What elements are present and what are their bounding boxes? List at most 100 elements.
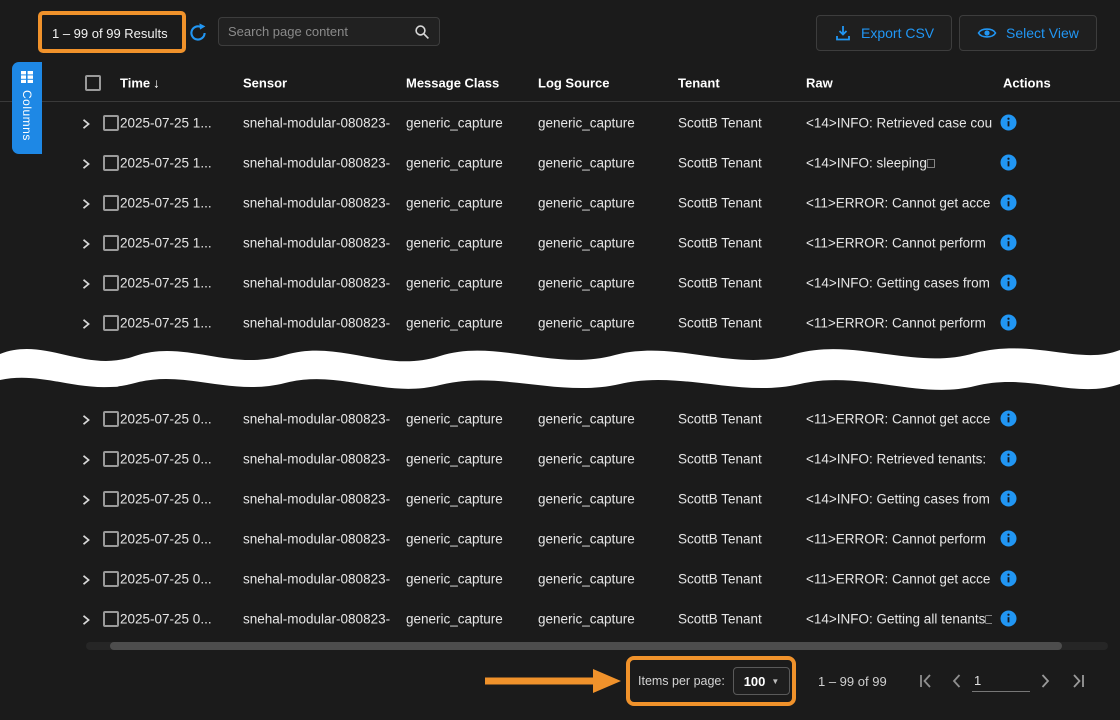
cell-sensor: snehal-modular-080823- xyxy=(243,236,401,251)
row-checkbox[interactable] xyxy=(103,571,119,587)
row-info-button[interactable] xyxy=(1000,570,1017,587)
cell-sensor: snehal-modular-080823- xyxy=(243,412,401,427)
cell-sensor: snehal-modular-080823- xyxy=(243,492,401,507)
cell-time: 2025-07-25 1... xyxy=(120,276,238,291)
expand-chevron-icon[interactable] xyxy=(80,157,92,169)
expand-chevron-icon[interactable] xyxy=(80,493,92,505)
row-checkbox[interactable] xyxy=(103,235,119,251)
first-page-button[interactable] xyxy=(913,669,937,693)
chevron-left-icon xyxy=(947,671,967,691)
info-icon xyxy=(1000,530,1017,547)
cell-message-class: generic_capture xyxy=(406,532,532,547)
select-all-checkbox[interactable] xyxy=(85,75,101,91)
items-per-page-value: 100 xyxy=(744,674,766,689)
expand-chevron-icon[interactable] xyxy=(80,413,92,425)
sort-desc-icon: ↓ xyxy=(153,75,160,90)
horizontal-scrollbar-thumb[interactable] xyxy=(110,642,1062,650)
expand-chevron-icon[interactable] xyxy=(80,197,92,209)
cell-time: 2025-07-25 1... xyxy=(120,116,238,131)
expand-chevron-icon[interactable] xyxy=(80,533,92,545)
row-checkbox[interactable] xyxy=(103,451,119,467)
cell-message-class: generic_capture xyxy=(406,492,532,507)
cell-log-source: generic_capture xyxy=(538,316,670,331)
refresh-button[interactable] xyxy=(187,23,209,45)
row-checkbox[interactable] xyxy=(103,155,119,171)
expand-chevron-icon[interactable] xyxy=(80,453,92,465)
cell-log-source: generic_capture xyxy=(538,412,670,427)
search-input[interactable] xyxy=(228,24,414,39)
cell-tenant: ScottB Tenant xyxy=(678,452,800,467)
cell-raw: <11>ERROR: Cannot get acce xyxy=(806,572,992,587)
cell-message-class: generic_capture xyxy=(406,612,532,627)
row-info-button[interactable] xyxy=(1000,314,1017,331)
cell-time: 2025-07-25 0... xyxy=(120,412,238,427)
cell-raw: <11>ERROR: Cannot perform xyxy=(806,236,992,251)
column-header-sensor: Sensor xyxy=(243,75,287,90)
row-info-button[interactable] xyxy=(1000,234,1017,251)
row-checkbox[interactable] xyxy=(103,371,119,387)
cell-tenant: ScottB Tenant xyxy=(678,532,800,547)
results-count: 1 – 99 of 99 Results xyxy=(52,26,168,41)
row-info-button[interactable] xyxy=(1000,154,1017,171)
row-info-button[interactable] xyxy=(1000,490,1017,507)
table-row: 2025-07-25 1... snehal-modular-080823- g… xyxy=(0,103,1120,143)
previous-page-button[interactable] xyxy=(945,669,969,693)
expand-chevron-icon[interactable] xyxy=(80,317,92,329)
row-info-button[interactable] xyxy=(1000,450,1017,467)
row-checkbox[interactable] xyxy=(103,315,119,331)
row-checkbox[interactable] xyxy=(103,491,119,507)
cell-log-source: generic_capture xyxy=(538,196,670,211)
cell-time: 2025-07-25 0... xyxy=(120,492,238,507)
cell-raw: <14>INFO: Getting cases from xyxy=(806,492,992,507)
row-checkbox[interactable] xyxy=(103,115,119,131)
row-checkbox[interactable] xyxy=(103,411,119,427)
next-page-button[interactable] xyxy=(1033,669,1057,693)
cell-raw: <14>INFO: Retrieved tenants: xyxy=(806,452,992,467)
last-page-button[interactable] xyxy=(1067,669,1091,693)
expand-chevron-icon[interactable] xyxy=(80,573,92,585)
expand-chevron-icon[interactable] xyxy=(80,613,92,625)
expand-chevron-icon[interactable] xyxy=(80,373,92,385)
cell-message-class: generic_capture xyxy=(406,156,532,171)
table-row: 2025-07-25 0... snehal-modular-080823- g… xyxy=(0,519,1120,559)
row-checkbox[interactable] xyxy=(103,611,119,627)
pagination-range: 1 – 99 of 99 xyxy=(818,674,887,689)
row-info-button[interactable] xyxy=(1000,114,1017,131)
cell-message-class: generic_capture xyxy=(406,452,532,467)
table-row-partial xyxy=(0,359,1120,399)
cell-log-source: generic_capture xyxy=(538,452,670,467)
info-icon xyxy=(1000,490,1017,507)
expand-chevron-icon[interactable] xyxy=(80,277,92,289)
row-info-button[interactable] xyxy=(1000,610,1017,627)
cell-raw: <11>ERROR: Cannot perform xyxy=(806,532,992,547)
cell-sensor: snehal-modular-080823- xyxy=(243,532,401,547)
row-checkbox[interactable] xyxy=(103,275,119,291)
export-csv-button[interactable]: Export CSV xyxy=(816,15,952,51)
row-info-button[interactable] xyxy=(1000,530,1017,547)
column-header-time-label: Time xyxy=(120,75,150,90)
info-icon xyxy=(1000,154,1017,171)
page-number-input[interactable] xyxy=(972,670,1030,692)
cell-time: 2025-07-25 1... xyxy=(120,156,238,171)
info-icon xyxy=(1000,570,1017,587)
select-view-button[interactable]: Select View xyxy=(959,15,1097,51)
grid-icon xyxy=(21,71,33,83)
column-header-tenant: Tenant xyxy=(678,75,720,90)
row-checkbox[interactable] xyxy=(103,195,119,211)
columns-tab[interactable]: Columns xyxy=(12,62,42,154)
table-row: 2025-07-25 0... snehal-modular-080823- g… xyxy=(0,439,1120,479)
expand-chevron-icon[interactable] xyxy=(80,237,92,249)
cell-message-class: generic_capture xyxy=(406,316,532,331)
row-info-button[interactable] xyxy=(1000,410,1017,427)
expand-chevron-icon[interactable] xyxy=(80,117,92,129)
cell-log-source: generic_capture xyxy=(538,276,670,291)
row-info-button[interactable] xyxy=(1000,274,1017,291)
column-header-time[interactable]: Time↓ xyxy=(120,75,160,90)
cell-tenant: ScottB Tenant xyxy=(678,412,800,427)
horizontal-scrollbar-track[interactable] xyxy=(86,642,1108,650)
row-checkbox[interactable] xyxy=(103,531,119,547)
cell-time: 2025-07-25 0... xyxy=(120,612,238,627)
row-info-button[interactable] xyxy=(1000,194,1017,211)
items-per-page-select[interactable]: 100 ▼ xyxy=(733,667,790,695)
info-icon xyxy=(1000,114,1017,131)
